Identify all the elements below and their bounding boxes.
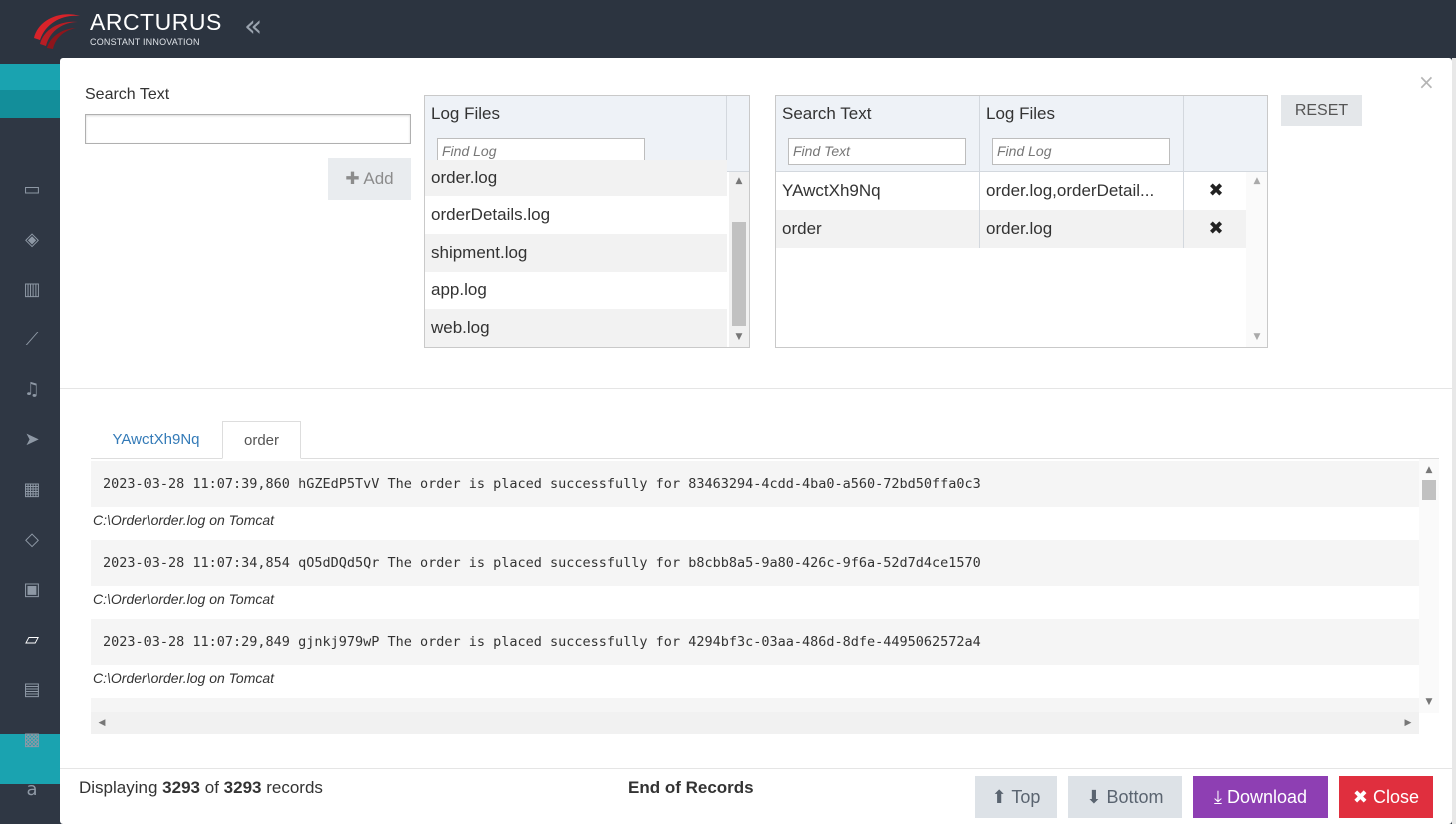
amazon-icon[interactable]: a: [20, 778, 44, 802]
sidebar: ▭ ◈ ▥ ⟋ ♫ ➤ ▦ ◇ ▣ ▱ ▤ ▩ a: [0, 118, 60, 824]
search-text-input[interactable]: [85, 114, 411, 144]
log-file-item[interactable]: shipment.log: [425, 234, 727, 272]
end-of-records-label: End of Records: [628, 778, 754, 797]
search-criteria-panel: Search Text Find Text Log Files Find Log…: [775, 95, 1268, 348]
results-vertical-scrollbar[interactable]: ▲ ▼: [1419, 459, 1439, 713]
tab-yawctxh9nq[interactable]: YAwctXh9Nq: [100, 421, 212, 459]
log-file-item[interactable]: order.log: [425, 160, 727, 196]
record-count: Displaying 3293 of 3293 records: [79, 778, 323, 798]
scroll-up-icon[interactable]: ▲: [1250, 176, 1264, 186]
scroll-left-icon[interactable]: ◀: [95, 718, 109, 728]
modal-close-icon[interactable]: ×: [1418, 70, 1435, 94]
log-files-scrollbar[interactable]: ▲ ▼: [729, 172, 749, 347]
folder-icon[interactable]: ▱: [20, 628, 44, 652]
log-file-item[interactable]: web.log: [425, 309, 727, 347]
add-button[interactable]: ✚ Add: [328, 158, 411, 200]
plus-icon: ✚: [345, 169, 360, 188]
close-button-label: Close: [1373, 787, 1420, 807]
records-label: records: [266, 778, 323, 797]
displaying-label: Displaying: [79, 778, 158, 797]
log-result-line: 2023-03-28 11:07:29,849 gjnkj979wP The o…: [91, 619, 1419, 665]
log-file-item[interactable]: app.log: [425, 271, 727, 309]
scroll-down-icon[interactable]: ▼: [732, 332, 746, 342]
arcturus-logo-icon: [34, 14, 80, 49]
tab-order[interactable]: order: [222, 421, 301, 459]
book-icon[interactable]: ▤: [20, 678, 44, 702]
log-result-line: 2023-03-28 11:07:39,860 hGZEdP5TvV The o…: [91, 461, 1419, 507]
bottom-button-label: Bottom: [1106, 787, 1164, 807]
scroll-up-icon[interactable]: ▲: [1422, 465, 1436, 475]
brand-name: ARCTURUS: [90, 9, 222, 35]
collapse-sidebar-icon[interactable]: «: [244, 10, 262, 44]
log-result-line: 2023-03-28 11:07:34,854 qO5dDQd5Qr The o…: [91, 540, 1419, 586]
bottom-button[interactable]: ⬇ Bottom: [1068, 776, 1182, 818]
criteria-log-files-cell: order.log: [980, 210, 1184, 248]
reset-button[interactable]: RESET: [1281, 95, 1362, 126]
remove-criteria-icon[interactable]: ✖: [1184, 210, 1248, 248]
scroll-down-icon[interactable]: ▼: [1422, 697, 1436, 707]
arrow-up-icon: ⬆: [991, 787, 1007, 807]
log-result-source: C:\Order\order.log on Tomcat: [93, 670, 275, 686]
log-files-header-spacer: [726, 96, 749, 172]
criteria-search-text-cell: YAwctXh9Nq: [776, 172, 980, 210]
log-files-panel: Log Files Find Log order.log orderDetail…: [424, 95, 750, 348]
criteria-col-log-files-title: Log Files: [986, 104, 1055, 123]
bell-icon[interactable]: ♫: [20, 378, 44, 402]
dashboard-icon[interactable]: ▭: [20, 178, 44, 202]
close-icon: ✖: [1352, 787, 1369, 807]
criteria-col-search-text-title: Search Text: [782, 104, 872, 123]
log-file-item[interactable]: orderDetails.log: [425, 196, 727, 234]
close-button[interactable]: ✖ Close: [1339, 776, 1433, 818]
app-header: ARCTURUS CONSTANT INNOVATION «: [0, 0, 1456, 58]
brand-logo[interactable]: ARCTURUS CONSTANT INNOVATION: [30, 8, 230, 50]
remove-criteria-icon[interactable]: ✖: [1184, 172, 1248, 210]
find-text-filter-input[interactable]: Find Text: [788, 138, 966, 165]
scroll-right-icon[interactable]: ▶: [1401, 718, 1415, 728]
section-divider: [60, 388, 1452, 389]
criteria-find-log-filter-input[interactable]: Find Log: [992, 138, 1170, 165]
total-count: 3293: [223, 778, 262, 797]
calendar-icon[interactable]: ▦: [20, 478, 44, 502]
briefcase-icon[interactable]: ▣: [20, 578, 44, 602]
bar-chart-icon[interactable]: ▥: [20, 278, 44, 302]
download-button-label: Download: [1226, 787, 1308, 807]
scrollbar-thumb[interactable]: [1422, 480, 1436, 500]
criteria-col-search-text: Search Text Find Text: [776, 96, 980, 172]
log-result-source: C:\Order\order.log on Tomcat: [93, 591, 275, 607]
criteria-col-log-files: Log Files Find Log: [980, 96, 1184, 172]
send-icon[interactable]: ➤: [20, 428, 44, 452]
top-button[interactable]: ⬆ Top: [975, 776, 1057, 818]
scrollbar-thumb[interactable]: [732, 222, 746, 326]
scroll-up-icon[interactable]: ▲: [732, 176, 746, 186]
criteria-header: Search Text Find Text Log Files Find Log: [776, 96, 1246, 172]
criteria-scrollbar[interactable]: ▲ ▼: [1246, 172, 1267, 347]
page-edge: [1452, 58, 1456, 824]
download-icon: ⤓: [1213, 787, 1222, 807]
displayed-count: 3293: [162, 778, 200, 797]
results-horizontal-scrollbar[interactable]: ◀ ▶: [91, 712, 1419, 734]
log-result-source: C:\Order\order.log on Tomcat: [93, 512, 275, 528]
criteria-header-spacer: [1245, 96, 1267, 172]
log-files-header-title: Log Files: [431, 104, 500, 123]
add-button-label: Add: [363, 169, 394, 188]
footer-divider: [60, 768, 1452, 769]
scroll-down-icon[interactable]: ▼: [1250, 332, 1264, 342]
arrow-down-icon: ⬇: [1086, 787, 1102, 807]
download-button[interactable]: ⤓ Download: [1193, 776, 1328, 818]
tag-icon[interactable]: ◇: [20, 528, 44, 552]
layers-icon[interactable]: ◈: [20, 228, 44, 252]
criteria-search-text-cell: order: [776, 210, 980, 248]
brand-tagline: CONSTANT INNOVATION: [90, 37, 200, 47]
log-search-modal: × Search Text ✚ Add Log Files Find Log o…: [60, 58, 1452, 824]
top-button-label: Top: [1011, 787, 1041, 807]
criteria-log-files-cell: order.log,orderDetail...: [980, 172, 1184, 210]
line-chart-icon[interactable]: ⟋: [20, 328, 44, 352]
search-text-label: Search Text: [85, 86, 170, 103]
criteria-col-actions: [1184, 96, 1246, 172]
results-list: 2023-03-28 11:07:39,860 hGZEdP5TvV The o…: [91, 459, 1439, 734]
of-label: of: [204, 778, 219, 797]
grid-icon[interactable]: ▩: [20, 728, 44, 752]
